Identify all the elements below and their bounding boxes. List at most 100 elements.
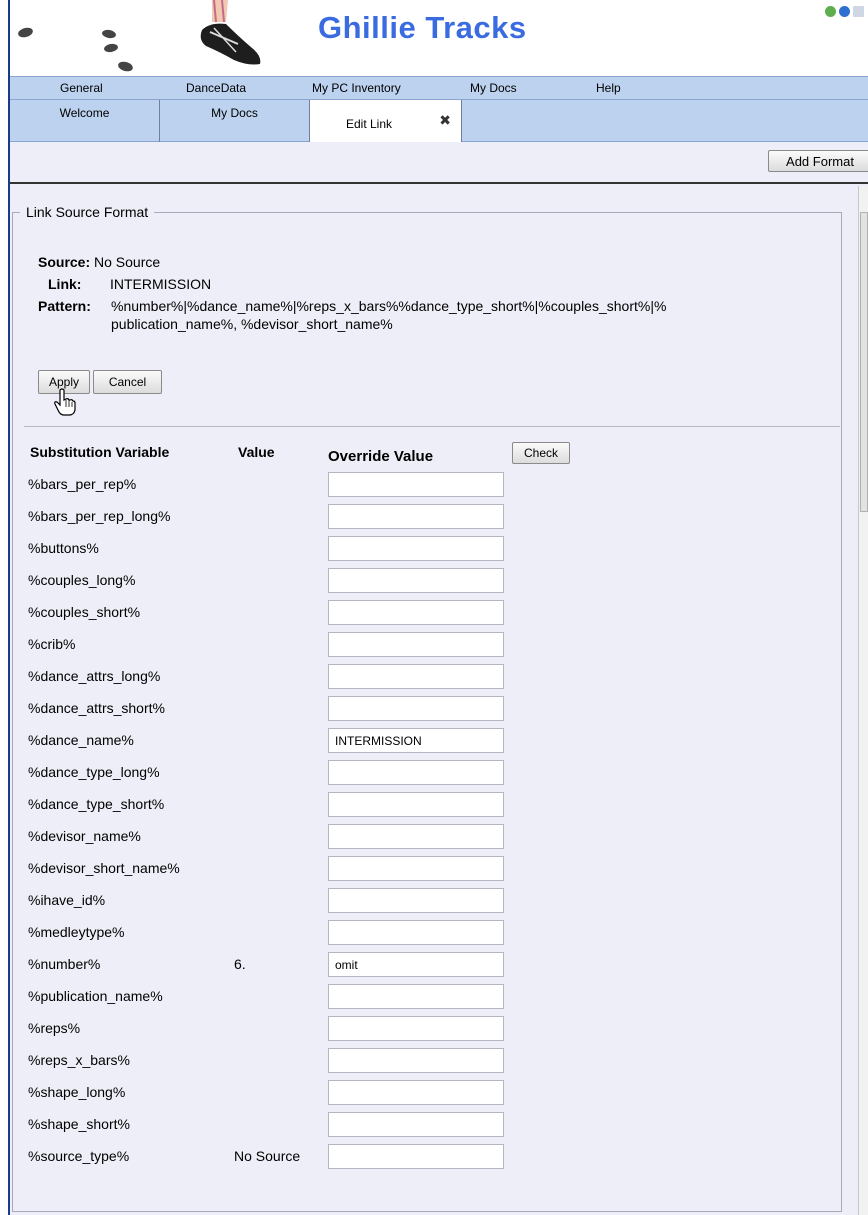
tab-label: My Docs	[211, 106, 258, 120]
override-input[interactable]	[328, 952, 504, 977]
link-label: Link:	[48, 276, 82, 292]
table-row: %shape_long%	[28, 1080, 628, 1106]
source-value: No Source	[94, 254, 161, 270]
override-input[interactable]	[328, 792, 504, 817]
variable-name: %source_type%	[28, 1148, 130, 1164]
table-row: %dance_attrs_long%	[28, 664, 628, 690]
menu-bar: General DanceData My PC Inventory My Doc…	[10, 76, 868, 100]
override-input[interactable]	[328, 536, 504, 561]
header-override-value: Override Value	[328, 448, 434, 465]
help-icon[interactable]	[839, 6, 850, 17]
table-row: %medleytype%	[28, 920, 628, 946]
table-row: %couples_short%	[28, 600, 628, 626]
table-row: %bars_per_rep%	[28, 472, 628, 498]
override-input[interactable]	[328, 856, 504, 881]
variable-name: %dance_attrs_short%	[28, 700, 165, 716]
check-button[interactable]: Check	[512, 442, 570, 464]
override-input[interactable]	[328, 504, 504, 529]
variable-name: %number%	[28, 956, 101, 972]
variable-name: %reps_x_bars%	[28, 1052, 130, 1068]
table-row: %crib%	[28, 632, 628, 658]
override-input[interactable]	[328, 568, 504, 593]
override-input[interactable]	[328, 1080, 504, 1105]
tab-my-docs[interactable]: My Docs	[160, 100, 310, 142]
variable-name: %dance_type_long%	[28, 764, 160, 780]
variable-name: %bars_per_rep%	[28, 476, 137, 492]
table-row: %dance_attrs_short%	[28, 696, 628, 722]
override-input[interactable]	[328, 760, 504, 785]
override-input[interactable]	[328, 1112, 504, 1137]
toolbar: Add Format	[10, 142, 868, 184]
variable-name: %medleytype%	[28, 924, 125, 940]
refresh-icon[interactable]	[825, 6, 836, 17]
scrollbar-thumb[interactable]	[860, 212, 868, 512]
variable-name: %publication_name%	[28, 988, 163, 1004]
header-banner: Ghillie Tracks	[10, 0, 868, 76]
table-row: %reps_x_bars%	[28, 1048, 628, 1074]
source-label: Source:	[38, 254, 91, 270]
variable-name: %dance_attrs_long%	[28, 668, 161, 684]
override-input[interactable]	[328, 1048, 504, 1073]
variable-name: %ihave_id%	[28, 892, 106, 908]
override-input[interactable]	[328, 984, 504, 1009]
menu-dancedata[interactable]: DanceData	[186, 81, 246, 95]
variable-name: %shape_long%	[28, 1084, 126, 1100]
table-row: %source_type% No Source	[28, 1144, 628, 1170]
override-input[interactable]	[328, 664, 504, 689]
override-input[interactable]	[328, 728, 504, 753]
app-title: Ghillie Tracks	[318, 10, 527, 45]
variable-name: %couples_short%	[28, 604, 141, 620]
table-row: %dance_type_short%	[28, 792, 628, 818]
header-value: Value	[238, 444, 275, 460]
override-input[interactable]	[328, 1144, 504, 1169]
menu-help[interactable]: Help	[596, 81, 621, 95]
variable-name: %bars_per_rep_long%	[28, 508, 171, 524]
table-row: %shape_short%	[28, 1112, 628, 1138]
variable-value: No Source	[234, 1148, 301, 1164]
override-input[interactable]	[328, 600, 504, 625]
table-row: %reps%	[28, 1016, 628, 1042]
variable-name: %shape_short%	[28, 1116, 130, 1132]
fieldset-legend: Link Source Format	[20, 204, 155, 220]
override-input[interactable]	[328, 632, 504, 657]
pattern-value-line2: publication_name%, %devisor_short_name%	[111, 316, 393, 332]
override-input[interactable]	[328, 920, 504, 945]
menu-general[interactable]: General	[60, 81, 103, 95]
table-row: %devisor_short_name%	[28, 856, 628, 882]
menu-my-pc-inventory[interactable]: My PC Inventory	[312, 81, 401, 95]
table-row: %ihave_id%	[28, 888, 628, 914]
table-row: %couples_long%	[28, 568, 628, 594]
table-row: %devisor_name%	[28, 824, 628, 850]
close-icon[interactable]: ✖	[439, 112, 451, 129]
vertical-scrollbar[interactable]	[858, 186, 868, 1215]
override-input[interactable]	[328, 888, 504, 913]
menu-my-docs[interactable]: My Docs	[470, 81, 517, 95]
top-right-icons	[825, 6, 864, 17]
document-icon[interactable]	[853, 6, 864, 17]
source-row: Source: No Source	[38, 254, 160, 270]
tab-welcome[interactable]: Welcome	[10, 100, 160, 142]
cancel-button[interactable]: Cancel	[93, 370, 162, 394]
variable-name: %reps%	[28, 1020, 81, 1036]
variable-value: 6.	[234, 956, 246, 972]
table-row: %number% 6.	[28, 952, 628, 978]
link-row: Link:	[48, 276, 81, 292]
add-format-button[interactable]: Add Format	[768, 150, 868, 172]
table-row: %publication_name%	[28, 984, 628, 1010]
edit-link-panel: Link Source Format Source: No Source Lin…	[10, 186, 858, 1215]
variable-name: %crib%	[28, 636, 76, 652]
override-input[interactable]	[328, 696, 504, 721]
variable-name: %devisor_name%	[28, 828, 141, 844]
override-input[interactable]	[328, 472, 504, 497]
variable-name: %couples_long%	[28, 572, 136, 588]
table-row: %dance_type_long%	[28, 760, 628, 786]
variable-name: %dance_name%	[28, 732, 134, 748]
override-input[interactable]	[328, 1016, 504, 1041]
footprint-decoration	[101, 28, 117, 40]
override-input[interactable]	[328, 824, 504, 849]
pattern-value-line1: %number%|%dance_name%|%reps_x_bars%%danc…	[111, 298, 667, 314]
hand-pointer-icon	[54, 388, 76, 416]
table-row: %bars_per_rep_long%	[28, 504, 628, 530]
variable-name: %dance_type_short%	[28, 796, 165, 812]
tab-edit-link[interactable]: Edit Link ✖	[310, 100, 462, 143]
